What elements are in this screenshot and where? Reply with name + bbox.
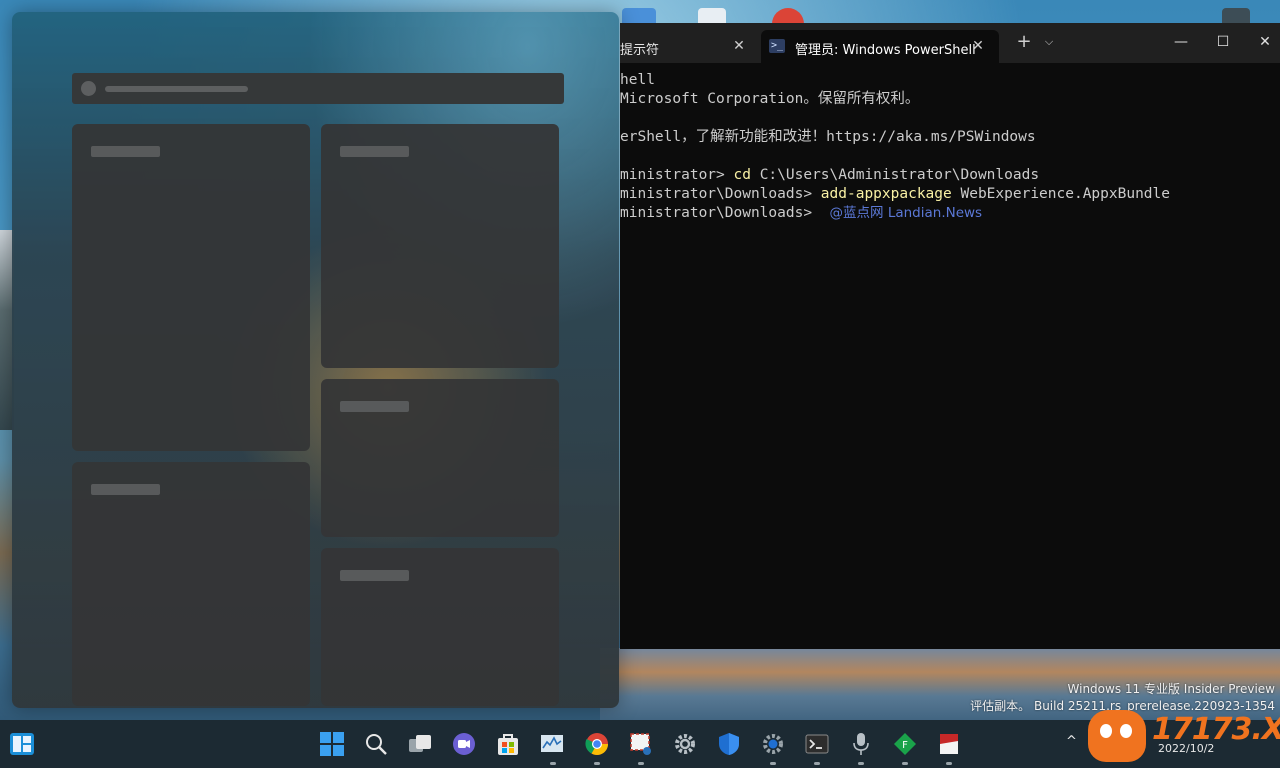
- resource-monitor-icon[interactable]: [540, 732, 564, 756]
- desktop-icon-chrome[interactable]: [772, 8, 804, 24]
- desktop-icon-1[interactable]: [622, 8, 656, 24]
- snipping-tool-icon[interactable]: [629, 732, 653, 756]
- windows-security-icon[interactable]: [717, 732, 741, 756]
- search-icon-placeholder: [81, 81, 96, 96]
- task-view-icon[interactable]: [408, 732, 432, 756]
- teams-chat-icon[interactable]: [452, 732, 476, 756]
- new-tab-button[interactable]: +: [1013, 31, 1035, 53]
- running-indicator: [858, 762, 864, 765]
- tab-powershell[interactable]: >_ 管理员: Windows PowerShell ✕: [761, 30, 999, 63]
- console-line: Microsoft Corporation。保留所有权利。: [620, 91, 920, 107]
- desktop-icon-2[interactable]: [698, 8, 726, 24]
- search-text-placeholder: [105, 86, 248, 92]
- terminal-tab-bar: 提示符 ✕ >_ 管理员: Windows PowerShell ✕ + ⌵ —…: [620, 23, 1280, 63]
- console-line-cd: ministrator> cd C:\Users\Administrator\D…: [620, 166, 1170, 185]
- settings-icon[interactable]: [673, 732, 697, 756]
- widget-card-1[interactable]: [72, 124, 310, 451]
- logo-eye: [1120, 724, 1132, 738]
- green-app-icon[interactable]: F: [893, 732, 917, 756]
- widget-card-title-placeholder: [91, 484, 160, 495]
- widget-card-3[interactable]: [321, 379, 559, 537]
- logo-eye: [1100, 724, 1112, 738]
- running-indicator: [946, 762, 952, 765]
- console-line: erShell，了解新功能和改进！https://aka.ms/PSWindow…: [620, 129, 1036, 145]
- running-indicator: [638, 762, 644, 765]
- console-line: ​: [620, 109, 1170, 128]
- desktop-icon-camera[interactable]: [1222, 8, 1250, 24]
- tab-title: 管理员: Windows PowerShell: [795, 43, 976, 58]
- running-indicator: [550, 762, 556, 765]
- running-indicator: [770, 762, 776, 765]
- console-line: ​: [620, 147, 1170, 166]
- powershell-icon: >_: [769, 39, 785, 53]
- tab-command-prompt[interactable]: 提示符 ✕: [620, 30, 760, 63]
- widget-card-4[interactable]: [72, 462, 310, 706]
- document-app-icon[interactable]: [937, 732, 961, 756]
- console-line: hell: [620, 72, 655, 88]
- tab-dropdown-button[interactable]: ⌵: [1040, 31, 1058, 53]
- command: add-appxpackage: [820, 186, 952, 202]
- prompt: ministrator\Downloads>: [620, 205, 821, 221]
- running-indicator: [814, 762, 820, 765]
- running-indicator: [902, 762, 908, 765]
- tab-title: 提示符: [620, 43, 660, 58]
- maximize-button[interactable]: ☐: [1208, 31, 1238, 53]
- site-logo: 17173.XZ 2022/10/2: [1088, 708, 1280, 762]
- command: cd: [733, 167, 751, 183]
- console-line-add: ministrator\Downloads> add-appxpackage W…: [620, 185, 1170, 204]
- prompt: ministrator>: [620, 167, 734, 183]
- tab-close-icon[interactable]: ✕: [730, 38, 748, 56]
- tray-overflow-icon[interactable]: ^: [1066, 734, 1077, 749]
- widgets-panel: [12, 12, 619, 708]
- widget-card-title-placeholder: [340, 401, 409, 412]
- svg-text:F: F: [902, 740, 908, 751]
- microphone-icon[interactable]: [849, 732, 873, 756]
- chrome-icon[interactable]: [585, 732, 609, 756]
- taskbar-clock[interactable]: 2022/10/2: [1158, 742, 1214, 755]
- widget-card-title-placeholder: [340, 570, 409, 581]
- widget-card-5[interactable]: [321, 548, 559, 706]
- prompt: ministrator\Downloads>: [620, 186, 821, 202]
- widgets-search-placeholder[interactable]: [72, 73, 564, 104]
- widget-card-title-placeholder: [340, 146, 409, 157]
- running-indicator: [594, 762, 600, 765]
- tab-close-icon[interactable]: ✕: [969, 38, 987, 56]
- start-icon[interactable]: [320, 732, 344, 756]
- console-line-prompt: ministrator\Downloads> @蓝点网 Landian.News: [620, 204, 1170, 223]
- logo-mascot-icon: [1088, 710, 1146, 762]
- widgets-button[interactable]: [10, 733, 34, 755]
- terminal-icon[interactable]: [805, 732, 829, 756]
- console-output[interactable]: hellMicrosoft Corporation。保留所有权利。​erShel…: [620, 71, 1170, 223]
- watermark-text: @蓝点网 Landian.News: [829, 205, 983, 221]
- build-edition: Windows 11 专业版 Insider Preview: [1067, 682, 1275, 696]
- widget-card-2[interactable]: [321, 124, 559, 368]
- minimize-button[interactable]: —: [1166, 31, 1196, 53]
- argument: WebExperience.AppxBundle: [951, 186, 1170, 202]
- widget-card-title-placeholder: [91, 146, 160, 157]
- close-button[interactable]: ✕: [1250, 31, 1280, 53]
- terminal-window: 提示符 ✕ >_ 管理员: Windows PowerShell ✕ + ⌵ —…: [620, 23, 1280, 649]
- argument: C:\Users\Administrator\Downloads: [750, 167, 1040, 183]
- search-icon[interactable]: [364, 732, 388, 756]
- microsoft-store-icon[interactable]: [496, 732, 520, 756]
- settings-2-icon[interactable]: [761, 732, 785, 756]
